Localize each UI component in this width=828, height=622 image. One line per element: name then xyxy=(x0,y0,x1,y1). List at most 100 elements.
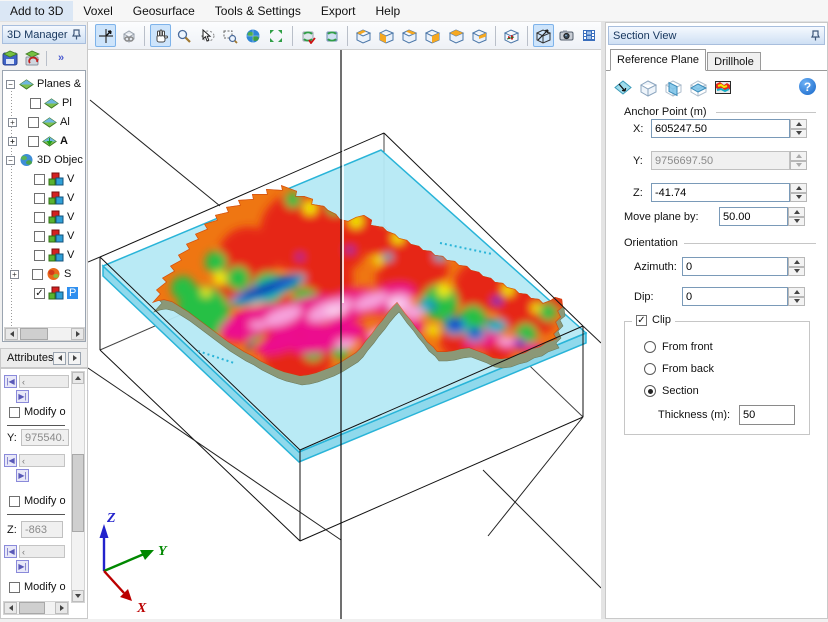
scroll-up-button[interactable] xyxy=(72,372,84,384)
attributes-next-button[interactable] xyxy=(68,351,81,365)
anchor-x-field[interactable] xyxy=(651,119,790,138)
menu-item-export[interactable]: Export xyxy=(311,1,366,21)
clip-from-back-option[interactable]: From back xyxy=(644,363,714,375)
step-end-button[interactable]: ▶| xyxy=(16,469,29,482)
scroll-left-button[interactable] xyxy=(4,602,17,614)
modify-checkbox[interactable] xyxy=(9,581,20,593)
section-tool-button[interactable] xyxy=(532,24,554,47)
value-slider[interactable]: ‹ xyxy=(19,454,65,467)
view-corner-nw-button[interactable] xyxy=(353,24,374,47)
scroll-thumb[interactable] xyxy=(20,328,48,340)
visibility-checkbox[interactable] xyxy=(32,268,43,280)
tree-row-geosurface[interactable]: + S xyxy=(3,265,85,283)
3d-manager-tree[interactable]: − Planes & Pl + Al + A − 3D Objec V V V … xyxy=(2,70,86,342)
value-slider[interactable]: ‹ xyxy=(19,375,69,388)
modify-checkbox[interactable] xyxy=(9,406,20,418)
collapse-minus-icon[interactable]: − xyxy=(6,155,15,165)
expand-plus-icon[interactable]: + xyxy=(8,136,17,146)
modify-checkbox[interactable] xyxy=(9,495,20,507)
box-faces-button[interactable] xyxy=(637,77,658,98)
tree-row-voxel[interactable]: V xyxy=(3,189,85,207)
scroll-thumb[interactable] xyxy=(72,454,84,532)
full-view-globe-button[interactable] xyxy=(243,24,264,47)
visibility-checkbox[interactable] xyxy=(34,230,45,242)
tree-h-scrollbar[interactable] xyxy=(4,327,85,341)
pin-icon[interactable] xyxy=(72,29,81,40)
step-end-button[interactable]: ▶| xyxy=(16,560,29,573)
expand-plus-icon[interactable]: + xyxy=(8,117,17,127)
update-viewed-data-button[interactable] xyxy=(321,24,342,47)
3d-viewport[interactable]: Z Y X xyxy=(87,50,602,619)
dip-field[interactable] xyxy=(682,287,788,306)
menu-item-voxel[interactable]: Voxel xyxy=(73,1,122,21)
visibility-checkbox[interactable] xyxy=(34,192,45,204)
thickness-field[interactable] xyxy=(739,405,795,425)
zoom-magnifier-button[interactable] xyxy=(173,24,194,47)
save-3d-icon[interactable] xyxy=(2,49,21,67)
tab-reference-plane[interactable]: Reference Plane xyxy=(610,49,706,71)
tree-row-active-plane[interactable]: + A xyxy=(3,132,85,150)
tab-drillhole[interactable]: Drillhole xyxy=(707,52,761,71)
link-views-button[interactable] xyxy=(118,24,139,47)
reload-3d-icon[interactable] xyxy=(24,50,43,67)
anchor-z-field[interactable] xyxy=(651,183,790,202)
tree-row-planes-group[interactable]: − Planes & xyxy=(3,75,85,93)
scroll-right-button[interactable] xyxy=(55,602,68,614)
visibility-checkbox[interactable] xyxy=(34,249,45,261)
visibility-checkbox[interactable] xyxy=(34,173,45,185)
collapse-minus-icon[interactable]: − xyxy=(6,79,15,89)
visibility-checkbox[interactable] xyxy=(34,211,45,223)
z-attr-field[interactable] xyxy=(21,521,63,538)
zoom-box-button[interactable] xyxy=(220,24,241,47)
azimuth-field[interactable] xyxy=(682,257,788,276)
scroll-thumb[interactable] xyxy=(19,602,45,614)
anchor-z-spinner[interactable] xyxy=(790,183,807,202)
step-start-button[interactable]: |◀ xyxy=(4,375,17,388)
tree-row-3d-objects-group[interactable]: − 3D Objec xyxy=(3,151,85,169)
azimuth-spinner[interactable] xyxy=(788,257,805,276)
horizontal-plane-button[interactable] xyxy=(687,77,708,98)
menu-item-add-to-3d[interactable]: Add to 3D xyxy=(0,0,74,21)
value-slider[interactable]: ‹ xyxy=(19,545,65,558)
fit-to-extents-button[interactable] xyxy=(266,24,287,47)
view-corner-ne-button[interactable] xyxy=(399,24,420,47)
tree-row-voxel[interactable]: V xyxy=(3,227,85,245)
active-section-button[interactable] xyxy=(712,77,733,98)
vertical-plane-button[interactable] xyxy=(662,77,683,98)
anchor-x-spinner[interactable] xyxy=(790,119,807,138)
help-button[interactable]: ? xyxy=(799,78,816,95)
visibility-checkbox[interactable] xyxy=(28,116,39,128)
clip-checkbox[interactable]: ✓ xyxy=(636,314,647,326)
scroll-right-button[interactable] xyxy=(71,328,84,340)
visibility-checkbox[interactable]: ✓ xyxy=(34,287,45,299)
tree-row-selected-voxel[interactable]: ✓ P xyxy=(3,284,85,302)
scroll-down-button[interactable] xyxy=(72,590,84,602)
expand-plus-icon[interactable]: + xyxy=(10,269,19,279)
y-attr-field[interactable] xyxy=(21,429,69,446)
move-plane-field[interactable] xyxy=(719,207,788,226)
move-plane-spinner[interactable] xyxy=(788,207,805,226)
pin-icon[interactable] xyxy=(811,30,820,41)
axes-box-button[interactable] xyxy=(501,24,522,47)
visibility-checkbox[interactable] xyxy=(28,135,39,147)
tree-row-voxel[interactable]: V xyxy=(3,170,85,188)
view-left-face-button[interactable] xyxy=(422,24,443,47)
snapshot-camera-button[interactable] xyxy=(556,24,577,47)
menu-item-tools-settings[interactable]: Tools & Settings xyxy=(205,1,311,21)
tree-row-voxel[interactable]: V xyxy=(3,246,85,264)
step-start-button[interactable]: |◀ xyxy=(4,545,17,558)
menu-item-help[interactable]: Help xyxy=(366,1,411,21)
clip-from-front-option[interactable]: From front xyxy=(644,341,713,353)
attributes-v-scrollbar[interactable] xyxy=(71,371,85,603)
refresh-database-button[interactable] xyxy=(298,24,319,47)
step-start-button[interactable]: |◀ xyxy=(4,454,17,467)
track-plane-cursor-button[interactable] xyxy=(95,24,117,47)
movie-button[interactable] xyxy=(579,24,600,47)
menu-item-geosurface[interactable]: Geosurface xyxy=(123,1,205,21)
scroll-left-button[interactable] xyxy=(5,328,18,340)
tree-row-plane[interactable]: Pl xyxy=(3,94,85,112)
visibility-checkbox[interactable] xyxy=(30,97,41,109)
tree-row-plane[interactable]: + Al xyxy=(3,113,85,131)
view-corner-se-button[interactable] xyxy=(469,24,490,47)
attributes-h-scrollbar[interactable] xyxy=(3,601,69,615)
